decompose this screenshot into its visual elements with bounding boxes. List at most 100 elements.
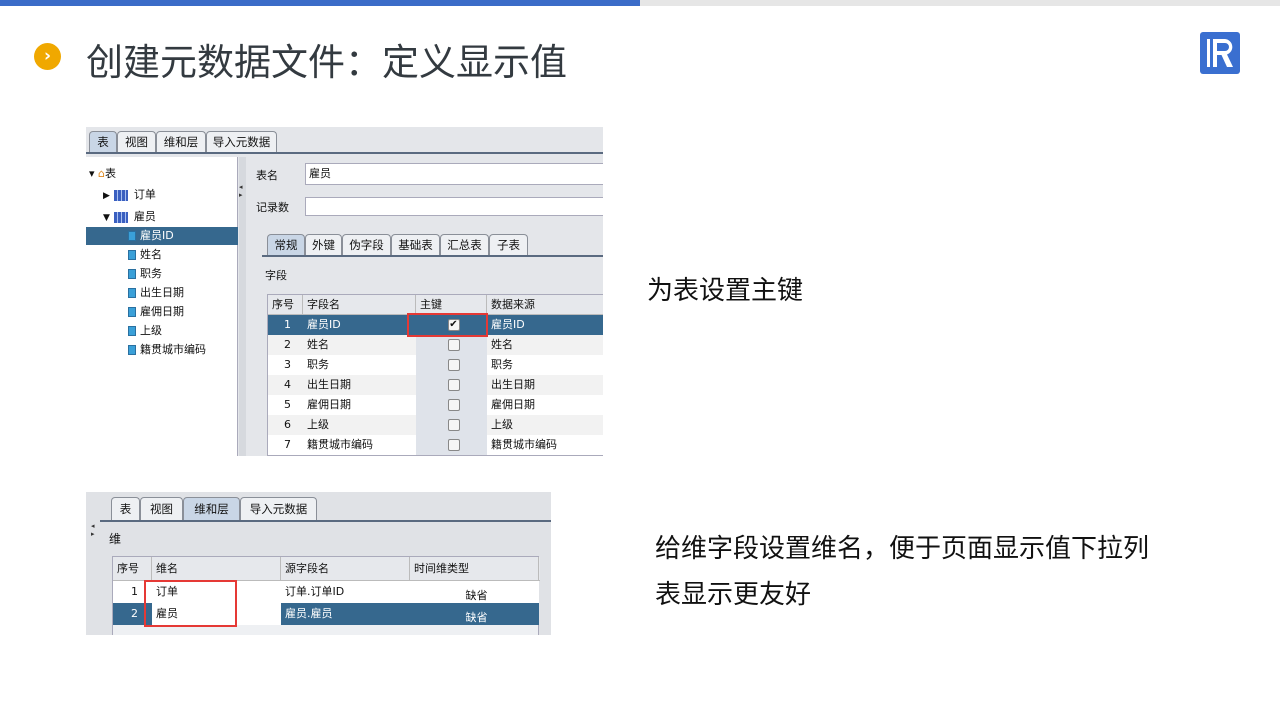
tree-field-item[interactable]: 雇员ID	[86, 227, 238, 245]
tab-shot1.tabs-0[interactable]: 表	[89, 131, 117, 152]
tab-divider	[86, 152, 603, 154]
primary-key-checkbox[interactable]	[416, 375, 487, 395]
column-header[interactable]: 序号	[113, 557, 152, 580]
note-primary-key: 为表设置主键	[647, 276, 804, 306]
tab-shot2.tabs-1[interactable]: 视图	[140, 497, 183, 520]
cell-name: 籍贯城市编码	[307, 438, 373, 451]
cell-source: 出生日期	[491, 378, 535, 391]
tab-shot1.tabs-1[interactable]: 视图	[117, 131, 156, 152]
cell-source: 雇员.雇员	[285, 607, 333, 620]
cell-name: 上级	[307, 418, 329, 431]
tree-field-item[interactable]: 姓名	[86, 246, 238, 264]
cell-name: 职务	[307, 358, 329, 371]
column-header[interactable]: 维名	[152, 557, 281, 580]
tab-shot1.inner_tabs-5[interactable]: 子表	[489, 234, 528, 255]
field-icon	[128, 345, 136, 355]
cell-name: 雇佣日期	[307, 398, 351, 411]
field-icon	[128, 288, 136, 298]
inner-tab-divider	[262, 255, 603, 257]
field-icon	[128, 250, 136, 260]
cell-source: 姓名	[491, 338, 513, 351]
cell-name: 雇员ID	[307, 318, 341, 331]
tree-field-item[interactable]: 籍贯城市编码	[86, 341, 238, 359]
tab-shot2.tabs-0[interactable]: 表	[111, 497, 140, 520]
tree-field-item[interactable]: 职务	[86, 265, 238, 283]
slide-title: 创建元数据文件：定义显示值	[86, 41, 567, 84]
expand-icon[interactable]: ▶	[103, 191, 110, 201]
column-header[interactable]: 数据来源	[487, 295, 603, 314]
tab-shot2.tabs-3[interactable]: 导入元数据	[240, 497, 317, 520]
column-header[interactable]: 序号	[268, 295, 303, 314]
fields-label: 字段	[265, 269, 287, 282]
tab-shot1.inner_tabs-3[interactable]: 基础表	[391, 234, 440, 255]
cell-no: 3	[284, 358, 291, 371]
checkbox-icon[interactable]	[447, 379, 460, 391]
record-count-label: 记录数	[256, 201, 289, 214]
expand-icon[interactable]: ▾	[89, 167, 95, 180]
table-row[interactable]: 6 上级 上级	[268, 415, 603, 435]
table-row[interactable]: 7 籍贯城市编码 籍贯城市编码	[268, 435, 603, 455]
column-header[interactable]: 字段名	[303, 295, 416, 314]
field-icon	[128, 269, 136, 279]
field-icon	[128, 307, 136, 317]
table-row[interactable]: 2 姓名 姓名	[268, 335, 603, 355]
primary-key-checkbox[interactable]	[416, 415, 487, 435]
cell-source: 雇佣日期	[491, 398, 535, 411]
collapse-icon[interactable]: ▼	[103, 213, 110, 223]
cell-no: 1	[284, 318, 291, 331]
tab-shot1.inner_tabs-4[interactable]: 汇总表	[440, 234, 489, 255]
cell-no: 7	[284, 438, 291, 451]
tree-field-item[interactable]: 上级	[86, 322, 238, 340]
tab-shot1.inner_tabs-2[interactable]: 伪字段	[342, 234, 391, 255]
column-header[interactable]: 时间维类型	[410, 557, 539, 580]
dimension-screenshot: ◂ ▸ 表视图 维和层 导入元数据 维 序号 维名 源字段名 时间维类型 1 订单 订单.订单I…	[86, 492, 551, 635]
home-icon: ⌂	[98, 167, 106, 180]
cell-name: 出生日期	[307, 378, 351, 391]
tree-table-item[interactable]: ▼ 雇员	[103, 208, 156, 224]
table-name-input[interactable]: 雇员	[305, 163, 603, 185]
cell-no: 5	[284, 398, 291, 411]
splitter[interactable]: ◂ ▸	[91, 522, 97, 552]
primary-key-checkbox[interactable]	[416, 435, 487, 455]
cell-source: 雇员ID	[491, 318, 525, 331]
tab-shot1.tabs-3[interactable]: 导入元数据	[206, 131, 277, 152]
primary-key-checkbox[interactable]	[416, 335, 487, 355]
highlight-dimname-box	[144, 580, 237, 627]
tab-shot1.inner_tabs-0[interactable]: 常规	[267, 234, 305, 255]
tab-shot1.inner_tabs-1[interactable]: 外键	[305, 234, 342, 255]
checkbox-icon[interactable]	[447, 439, 460, 451]
highlight-pk-box	[407, 313, 488, 337]
tab-divider	[100, 520, 551, 522]
dimension-label: 维	[109, 532, 122, 546]
table-row[interactable]: 4 出生日期 出生日期	[268, 375, 603, 395]
tree-field-item[interactable]: 出生日期	[86, 284, 238, 302]
table-row[interactable]: 3 职务 职务	[268, 355, 603, 375]
checkbox-icon[interactable]	[447, 419, 460, 431]
tab-shot1.tabs-2[interactable]: 维和层	[156, 131, 206, 152]
cell-source: 订单.订单ID	[285, 585, 345, 598]
splitter[interactable]: ◂ ▸	[239, 157, 246, 456]
cell-no: 2	[284, 338, 291, 351]
cell-no: 6	[284, 418, 291, 431]
tab-shot2.tabs-2[interactable]: 维和层	[183, 497, 240, 520]
tree-field-item[interactable]: 雇佣日期	[86, 303, 238, 321]
record-count-input[interactable]	[305, 197, 603, 216]
checkbox-icon[interactable]	[447, 339, 460, 351]
primary-key-checkbox[interactable]	[416, 395, 487, 415]
top-accent-bar	[0, 0, 640, 6]
checkbox-icon[interactable]	[447, 359, 460, 371]
cell-type: 缺省	[465, 589, 488, 602]
primary-key-checkbox[interactable]	[416, 355, 487, 375]
tree-root[interactable]: ▾ ⌂表	[89, 165, 116, 181]
cell-source: 上级	[491, 418, 513, 431]
cell-source: 职务	[491, 358, 513, 371]
checkbox-icon[interactable]	[447, 399, 460, 411]
column-header[interactable]: 源字段名	[281, 557, 410, 580]
top-bar-gray	[640, 0, 1280, 6]
table-row[interactable]: 5 雇佣日期 雇佣日期	[268, 395, 603, 415]
chevron-right-icon: ›	[34, 43, 61, 70]
table-name-label: 表名	[256, 169, 278, 182]
tree-table-item[interactable]: ▶ 订单	[103, 186, 156, 202]
note-dimension-line2: 表显示更友好	[655, 580, 812, 610]
column-header[interactable]: 主键	[416, 295, 487, 314]
